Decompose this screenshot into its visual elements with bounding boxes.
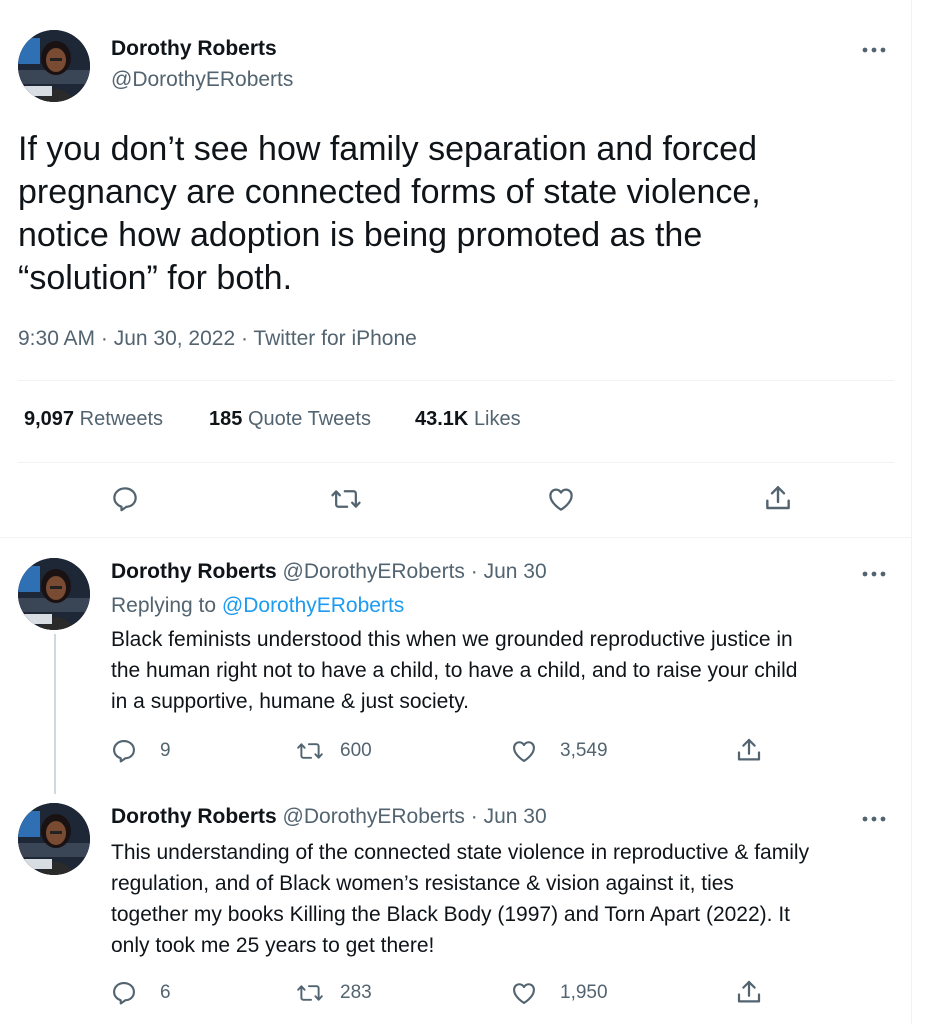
like-count: 1,950 <box>560 982 608 1003</box>
share-icon[interactable] <box>734 735 786 765</box>
divider <box>0 537 912 538</box>
reply-icon <box>113 982 135 1005</box>
reply-button[interactable]: 9 <box>110 737 171 765</box>
retweet-icon <box>297 985 323 1001</box>
avatar[interactable] <box>18 803 90 875</box>
tweet-text: If you don’t see how family separation a… <box>18 128 848 300</box>
tweet-text-line: “solution” for both. <box>18 259 293 297</box>
tweet-text-line: notice how adoption is being promoted as… <box>18 216 703 254</box>
retweets-count: 9,097 <box>24 408 75 430</box>
like-icon[interactable] <box>546 484 576 514</box>
replying-label: Replying to <box>111 594 217 617</box>
like-count: 3,549 <box>560 740 608 761</box>
reply-text: Black feminists understood this when we … <box>111 624 891 717</box>
quotes-label: Quote Tweets <box>247 408 371 430</box>
tweet-text-line: pregnancy are connected forms of state v… <box>18 173 761 211</box>
reply-text-line: This understanding of the connected stat… <box>111 841 810 864</box>
tweet-thread-frame: Dorothy Roberts @DorothyERoberts If you … <box>0 0 912 1024</box>
handle-date[interactable]: @DorothyERoberts · Jun 30 <box>283 805 547 828</box>
retweets-stat[interactable]: 9,097 Retweets <box>24 408 163 431</box>
reply-text-line: Black feminists understood this when we … <box>111 628 793 651</box>
reply-text-line: the human right not to have a child, to … <box>111 659 798 682</box>
more-options-icon[interactable] <box>860 40 888 60</box>
reply-icon <box>113 740 135 763</box>
share-icon[interactable] <box>762 482 794 514</box>
divider <box>18 462 894 463</box>
reply-header: Dorothy Roberts @DorothyERoberts · Jun 3… <box>111 805 547 829</box>
author-name[interactable]: Dorothy Roberts <box>111 805 277 828</box>
reply-icon[interactable] <box>110 484 140 514</box>
retweet-count: 283 <box>340 982 372 1003</box>
reply-text-line: in a supportive, humane & just society. <box>111 690 469 713</box>
replying-to: Replying to @DorothyERoberts <box>111 594 404 618</box>
quotes-count: 185 <box>209 408 243 430</box>
reply-header: Dorothy Roberts @DorothyERoberts · Jun 3… <box>111 560 547 584</box>
retweet-button[interactable]: 600 <box>296 737 372 765</box>
reply-text: This understanding of the connected stat… <box>111 837 891 961</box>
handle-date[interactable]: @DorothyERoberts · Jun 30 <box>283 560 547 583</box>
divider <box>18 380 894 381</box>
retweet-count: 600 <box>340 740 372 761</box>
quote-tweets-stat[interactable]: 185 Quote Tweets <box>209 408 371 431</box>
more-options-icon[interactable] <box>860 809 888 829</box>
like-button[interactable]: 3,549 <box>510 737 608 765</box>
author-name[interactable]: Dorothy Roberts <box>111 37 277 61</box>
thread-connector <box>54 634 56 794</box>
retweet-icon <box>297 743 323 759</box>
likes-count: 43.1K <box>415 408 469 430</box>
retweet-button[interactable]: 283 <box>296 979 372 1007</box>
reply-count: 6 <box>160 982 171 1003</box>
replying-to-link[interactable]: @DorothyERoberts <box>222 594 404 617</box>
author-name[interactable]: Dorothy Roberts <box>111 560 277 583</box>
reply-text-line: only took me 25 years to get there! <box>111 934 435 957</box>
retweets-label: Retweets <box>79 408 163 430</box>
like-icon <box>513 983 535 1004</box>
retweet-icon[interactable] <box>330 484 362 514</box>
reply-count: 9 <box>160 740 171 761</box>
more-options-icon[interactable] <box>860 564 888 584</box>
tweet-text-line: If you don’t see how family separation a… <box>18 130 757 168</box>
avatar[interactable] <box>18 30 90 102</box>
tweet-timestamp[interactable]: 9:30 AM · Jun 30, 2022 · Twitter for iPh… <box>18 327 417 351</box>
reply-text-line: together my books Killing the Black Body… <box>111 903 790 926</box>
like-icon <box>513 741 535 762</box>
author-handle[interactable]: @DorothyERoberts <box>111 68 293 92</box>
like-button[interactable]: 1,950 <box>510 979 608 1007</box>
avatar[interactable] <box>18 558 90 630</box>
likes-stat[interactable]: 43.1K Likes <box>415 408 521 431</box>
reply-button[interactable]: 6 <box>110 979 171 1007</box>
share-icon[interactable] <box>734 977 786 1007</box>
reply-text-line: regulation, and of Black women’s resista… <box>111 872 734 895</box>
likes-label: Likes <box>473 408 521 430</box>
